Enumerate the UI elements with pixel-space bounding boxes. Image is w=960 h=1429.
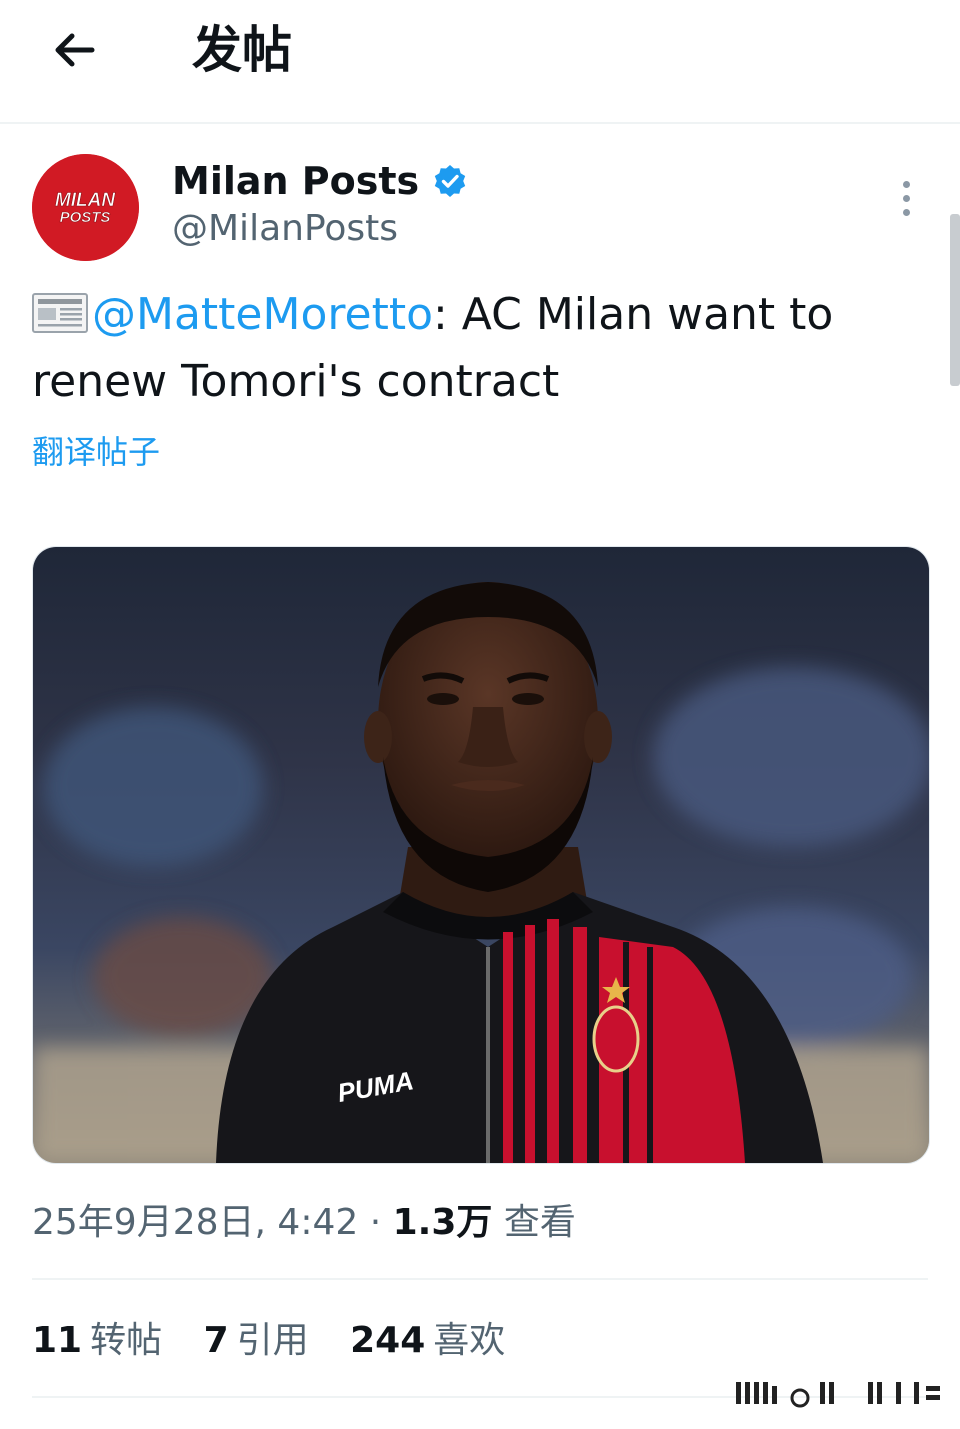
reposts-label: 转帖 bbox=[90, 1320, 163, 1361]
post-timestamp-views: 25年9月28日, 4:42 · 1.3万 查看 bbox=[32, 1196, 576, 1250]
divider bbox=[32, 1278, 928, 1280]
top-bar: 发帖 bbox=[0, 0, 960, 124]
quotes-stat[interactable]: 7 引用 bbox=[204, 1314, 309, 1368]
quotes-count: 7 bbox=[203, 1320, 229, 1361]
meta-separator: · bbox=[358, 1202, 393, 1243]
likes-label: 喜欢 bbox=[433, 1320, 506, 1361]
translate-post-link[interactable]: 翻译帖子 bbox=[32, 430, 160, 474]
reposts-count: 11 bbox=[32, 1320, 83, 1361]
more-dot-icon bbox=[902, 208, 910, 216]
more-dot-icon bbox=[902, 180, 910, 188]
timestamp[interactable]: 25年9月28日, 4:42 bbox=[32, 1202, 358, 1243]
scrollbar[interactable] bbox=[950, 214, 960, 386]
milan-posts-logo: MILAN POSTS bbox=[32, 154, 139, 261]
quotes-label: 引用 bbox=[236, 1320, 309, 1361]
views-label: 查看 bbox=[503, 1202, 576, 1243]
post-image[interactable]: PUMA bbox=[32, 546, 930, 1164]
newspaper-icon bbox=[32, 289, 88, 351]
likes-count: 244 bbox=[350, 1320, 426, 1361]
arrow-left-icon bbox=[55, 33, 95, 67]
more-options-button[interactable] bbox=[888, 172, 924, 224]
back-button[interactable] bbox=[44, 20, 104, 80]
player-photo: PUMA bbox=[33, 547, 929, 1163]
author-handle[interactable]: @MilanPosts bbox=[172, 206, 398, 252]
mention-link[interactable]: @MatteMoretto bbox=[92, 289, 433, 340]
avatar[interactable]: MILAN POSTS bbox=[32, 154, 139, 261]
svg-text:POSTS: POSTS bbox=[60, 209, 111, 226]
engagement-stats: 11 转帖 7 引用 244 喜欢 bbox=[32, 1314, 535, 1368]
page-title: 发帖 bbox=[192, 21, 292, 79]
watermark-logo bbox=[736, 1382, 940, 1408]
svg-text:MILAN: MILAN bbox=[55, 190, 116, 211]
more-dot-icon bbox=[902, 194, 910, 202]
verified-badge-icon bbox=[433, 164, 467, 198]
author-name-text: Milan Posts bbox=[172, 159, 420, 203]
post-text: @MatteMoretto: AC Milan want to renew To… bbox=[32, 284, 912, 413]
likes-stat[interactable]: 244 喜欢 bbox=[350, 1314, 505, 1368]
author-name[interactable]: Milan Posts bbox=[172, 156, 467, 206]
reposts-stat[interactable]: 11 转帖 bbox=[32, 1314, 162, 1368]
views-count: 1.3万 bbox=[392, 1202, 493, 1243]
